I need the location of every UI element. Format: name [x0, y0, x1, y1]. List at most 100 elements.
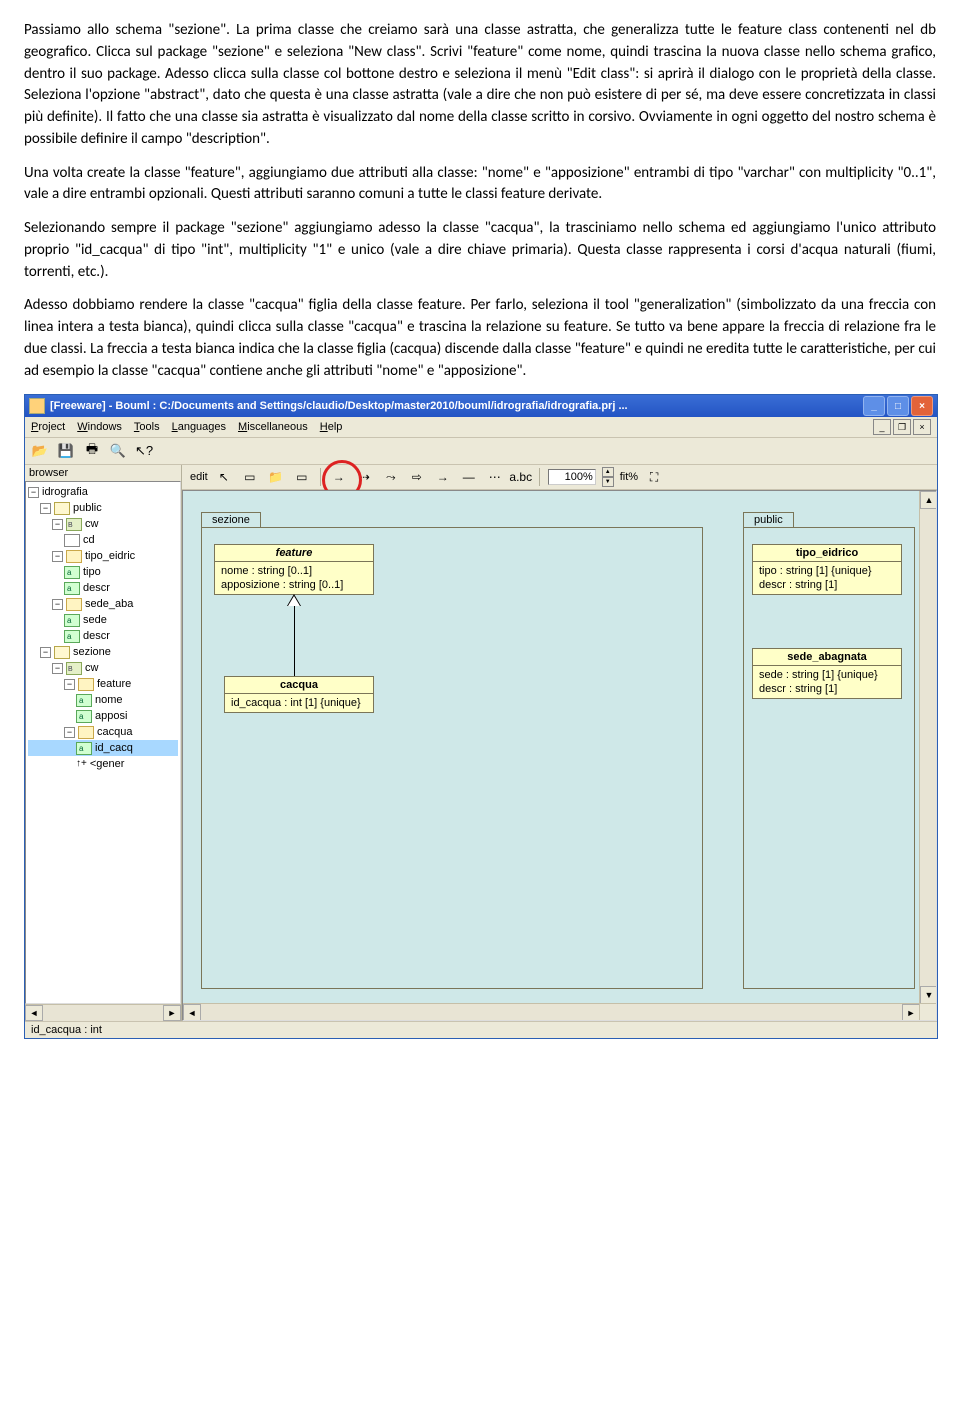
class-feature[interactable]: feature nome : string [0..1] apposizione… [214, 544, 374, 595]
diagram-toolbar: edit ↖ ▭ 📁 ▭ → ⇢ ⤳ ⇨ → — ⋯ a.bc ▲▼ fit% … [182, 465, 937, 490]
tree-cw-1[interactable]: −cw [28, 516, 178, 532]
statusbar: id_cacqua : int [25, 1021, 937, 1038]
canvas-vscrollbar[interactable]: ▲ ▼ [919, 491, 936, 1004]
titlebar[interactable]: [Freeware] - Bouml : C:/Documents and Se… [25, 395, 937, 417]
class-feature-title: feature [215, 545, 373, 562]
tree-root[interactable]: −idrografia [28, 484, 178, 500]
dependency-icon[interactable]: ⤳ [381, 467, 401, 487]
scroll-right-icon[interactable]: ► [163, 1005, 181, 1021]
tree-apposi-attr[interactable]: apposi [28, 708, 178, 724]
browser-label: browser [25, 465, 181, 481]
tree-nome-attr[interactable]: nome [28, 692, 178, 708]
menu-languages[interactable]: Languages [172, 421, 226, 433]
save-icon[interactable]: 💾 [55, 440, 77, 462]
tree-sezione[interactable]: −sezione [28, 644, 178, 660]
doc-paragraph-4: Adesso dobbiamo rendere la classe "cacqu… [24, 295, 936, 382]
generalization-line[interactable] [294, 596, 295, 676]
menu-tools[interactable]: Tools [134, 421, 160, 433]
open-icon[interactable]: 📂 [29, 440, 51, 462]
menu-project[interactable]: Project [31, 421, 65, 433]
generalization-icon[interactable]: → [329, 467, 349, 487]
realization-icon[interactable]: ⇨ [407, 467, 427, 487]
maximize-button[interactable]: □ [887, 396, 909, 416]
print-icon[interactable]: 🖶 [81, 440, 103, 462]
close-button[interactable]: × [911, 396, 933, 416]
menubar: Project Windows Tools Languages Miscella… [25, 417, 937, 438]
browser-hscrollbar[interactable]: ◄ ► [25, 1004, 181, 1021]
package-public[interactable]: public tipo_eidrico tipo : string [1] {u… [743, 527, 915, 989]
class-sede-abagnata[interactable]: sede_abagnata sede : string [1] {unique}… [752, 648, 902, 699]
zoom-spinner[interactable]: ▲▼ [602, 467, 614, 487]
cacqua-attr-id: id_cacqua : int [1] {unique} [231, 696, 367, 710]
tipo-eidrico-attr-tipo: tipo : string [1] {unique} [759, 564, 895, 578]
diagram-canvas-wrap: sezione feature nome : string [0..1] app… [182, 490, 937, 1021]
canvas-hscrollbar[interactable]: ◄ ► [183, 1003, 920, 1020]
mdi-close-button[interactable]: × [913, 419, 931, 435]
scroll-down-icon[interactable]: ▼ [920, 986, 937, 1004]
doc-paragraph-3: Selezionando sempre il package "sezione"… [24, 218, 936, 283]
doc-paragraph-2: Una volta create la classe "feature", ag… [24, 163, 936, 207]
class-cacqua[interactable]: cacqua id_cacqua : int [1] {unique} [224, 676, 374, 713]
scroll-corner [919, 1003, 936, 1020]
window-title: [Freeware] - Bouml : C:/Documents and Se… [50, 400, 863, 412]
class-cacqua-title: cacqua [225, 677, 373, 694]
tree-cd[interactable]: cd [28, 532, 178, 548]
association-dashed-icon[interactable]: ⇢ [355, 467, 375, 487]
class-tipo-eidrico-title: tipo_eidrico [753, 545, 901, 562]
main-toolbar: 📂 💾 🖶 🔍 ↖? [25, 438, 937, 465]
scroll-left-icon-2[interactable]: ◄ [183, 1004, 201, 1021]
search-icon[interactable]: 🔍 [107, 440, 129, 462]
scroll-right-icon-2[interactable]: ► [902, 1004, 920, 1021]
browser-pane: browser −idrografia −public −cw cd −tipo… [25, 465, 182, 1021]
menu-miscellaneous[interactable]: Miscellaneous [238, 421, 308, 433]
text-icon[interactable]: a.bc [511, 467, 531, 487]
sede-abagnata-attr-sede: sede : string [1] {unique} [759, 668, 895, 682]
tree-descr-attr-2[interactable]: descr [28, 628, 178, 644]
fit-window-icon[interactable]: ⛶ [644, 467, 664, 487]
tree-tipo-eidric[interactable]: −tipo_eidric [28, 548, 178, 564]
tree-sede-aba[interactable]: −sede_aba [28, 596, 178, 612]
zoom-input[interactable] [548, 469, 596, 485]
anchor-icon[interactable]: ⋯ [485, 467, 505, 487]
package-icon[interactable]: 📁 [266, 467, 286, 487]
tree-public[interactable]: −public [28, 500, 178, 516]
tree-descr-attr-1[interactable]: descr [28, 580, 178, 596]
mdi-minimize-button[interactable]: _ [873, 419, 891, 435]
note-icon[interactable]: ▭ [240, 467, 260, 487]
tree-generalization[interactable]: ↑+<gener [28, 756, 178, 772]
tree-tipo-attr[interactable]: tipo [28, 564, 178, 580]
minimize-button[interactable]: _ [863, 396, 885, 416]
browser-tree[interactable]: −idrografia −public −cw cd −tipo_eidric … [25, 481, 181, 1004]
tipo-eidrico-attr-descr: descr : string [1] [759, 578, 895, 592]
package-public-label: public [743, 512, 794, 527]
menu-windows[interactable]: Windows [77, 421, 122, 433]
tree-sede-attr[interactable]: sede [28, 612, 178, 628]
sede-abagnata-attr-descr: descr : string [1] [759, 682, 895, 696]
fragment-icon[interactable]: ▭ [292, 467, 312, 487]
tree-id-cacqua-attr[interactable]: id_cacq [28, 740, 178, 756]
scroll-up-icon[interactable]: ▲ [920, 491, 937, 509]
tree-feature[interactable]: −feature [28, 676, 178, 692]
feature-attr-apposizione: apposizione : string [0..1] [221, 578, 367, 592]
fit-label[interactable]: fit% [620, 471, 638, 483]
mdi-restore-button[interactable]: ❐ [893, 419, 911, 435]
package-sezione[interactable]: sezione feature nome : string [0..1] app… [201, 527, 703, 989]
link-icon[interactable]: — [459, 467, 479, 487]
scroll-left-icon[interactable]: ◄ [25, 1005, 43, 1021]
edit-label: edit [190, 471, 208, 483]
bouml-window: [Freeware] - Bouml : C:/Documents and Se… [24, 394, 938, 1039]
tree-cw-2[interactable]: −cw [28, 660, 178, 676]
generalization-arrowhead [288, 596, 300, 606]
directed-assoc-icon[interactable]: → [433, 467, 453, 487]
help-pointer-icon[interactable]: ↖? [133, 440, 155, 462]
app-icon [29, 398, 45, 414]
doc-paragraph-1: Passiamo allo schema "sezione". La prima… [24, 20, 936, 151]
diagram-canvas[interactable]: sezione feature nome : string [0..1] app… [183, 491, 936, 1020]
tree-cacqua[interactable]: −cacqua [28, 724, 178, 740]
feature-attr-nome: nome : string [0..1] [221, 564, 367, 578]
menu-help[interactable]: Help [320, 421, 343, 433]
class-sede-abagnata-title: sede_abagnata [753, 649, 901, 666]
package-sezione-label: sezione [201, 512, 261, 527]
class-tipo-eidrico[interactable]: tipo_eidrico tipo : string [1] {unique} … [752, 544, 902, 595]
pointer-icon[interactable]: ↖ [214, 467, 234, 487]
